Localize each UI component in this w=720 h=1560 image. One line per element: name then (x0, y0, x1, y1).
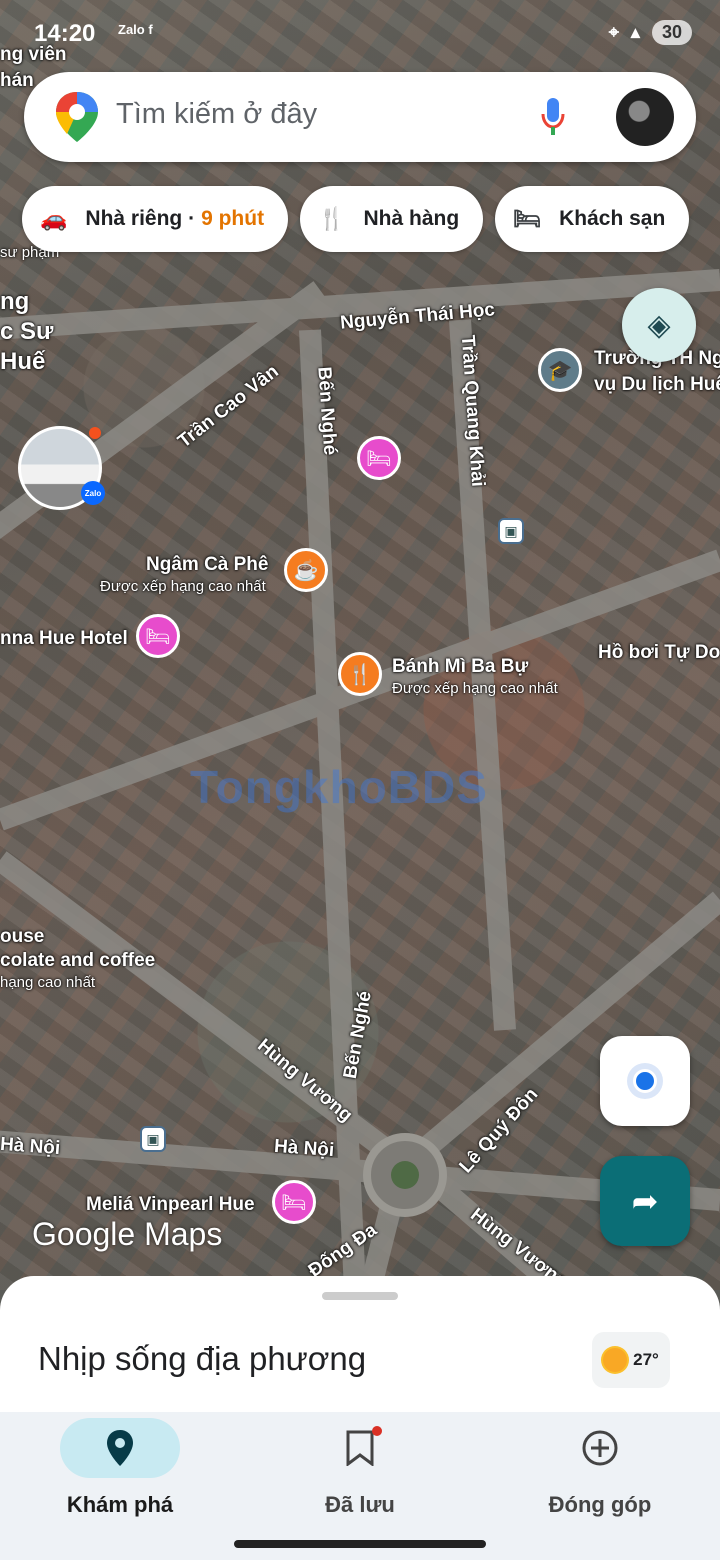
status-app-icons: Zalo f (118, 22, 153, 37)
notification-dot (372, 1426, 382, 1436)
location-pin-icon (60, 1418, 180, 1478)
tab-contribute[interactable]: Đóng góp (500, 1418, 700, 1518)
maps-pin-icon (56, 92, 98, 142)
tab-explore[interactable]: Khám phá (20, 1418, 220, 1518)
chip-label: Nhà riêng · (85, 207, 196, 230)
search-bar[interactable]: Tìm kiếm ở đây (24, 72, 696, 162)
tab-label: Đã lưu (325, 1492, 395, 1517)
bus-stop-icon[interactable]: ▣ (498, 518, 524, 544)
place-label: hán (0, 70, 34, 91)
profile-avatar[interactable] (616, 88, 674, 146)
battery-icon: 30 (651, 20, 692, 45)
signal-icon: ▴ (630, 22, 640, 42)
car-icon: 🚗 (40, 206, 68, 231)
add-circle-icon (540, 1418, 660, 1478)
my-location-button[interactable] (600, 1036, 690, 1126)
gesture-bar[interactable] (234, 1540, 486, 1548)
layers-button[interactable]: ◈ (622, 288, 696, 362)
location-icon: ⌖ (608, 22, 619, 42)
search-input[interactable]: Tìm kiếm ở đây (116, 98, 317, 131)
sun-icon (603, 1348, 628, 1372)
tab-label: Khám phá (66, 1492, 174, 1517)
place-label: Ngâm Cà Phê (146, 554, 269, 575)
restaurant-icon: 🍴 (318, 206, 346, 231)
hotel-icon: 🛏 (513, 206, 542, 231)
chip-home[interactable]: 🚗 Nhà riêng · 9 phút (22, 186, 289, 252)
status-bar: 14:20 Zalo f ⌖ ▴ 30 (0, 14, 720, 54)
chip-label: Nhà hàng (363, 207, 460, 230)
contact-avatar-marker[interactable]: Zalo (18, 426, 105, 510)
place-label-sub: Được xếp hạng cao nhất (392, 680, 558, 697)
cafe-poi-icon[interactable]: ☕ (284, 548, 328, 592)
place-label: Hồ bơi Tự Do (598, 642, 720, 663)
hotel-poi-icon[interactable]: 🛏 (357, 436, 401, 480)
place-label: Bánh Mì Ba Bự (392, 656, 529, 677)
chip-eta: 9 phút (201, 207, 265, 230)
bookmark-icon (300, 1418, 420, 1478)
restaurant-poi-icon[interactable]: 🍴 (338, 652, 382, 696)
category-chips: 🚗 Nhà riêng · 9 phút 🍴 Nhà hàng 🛏 Khách … (22, 186, 690, 252)
place-label: ng (0, 288, 30, 315)
notification-dot (89, 427, 101, 439)
bottom-navigation: Khám phá Đã lưu Đóng góp (0, 1412, 720, 1560)
weather-chip[interactable]: 27° (592, 1332, 670, 1388)
status-time: 14:20 (34, 20, 96, 47)
directions-button[interactable]: ➦ (600, 1156, 690, 1246)
school-poi-icon[interactable]: 🎓 (538, 348, 582, 392)
tab-saved[interactable]: Đã lưu (260, 1418, 460, 1518)
zalo-badge-icon: Zalo (81, 481, 105, 505)
bus-stop-icon[interactable]: ▣ (140, 1126, 166, 1152)
microphone-icon[interactable] (540, 96, 566, 138)
place-label: vụ Du lịch Huế (594, 374, 720, 395)
place-label: nna Hue Hotel (0, 628, 128, 649)
location-dot-icon (627, 1063, 663, 1099)
place-label-sub: Được xếp hạng cao nhất (100, 578, 266, 595)
place-label: c Sư (0, 318, 54, 345)
sheet-title: Nhịp sống địa phương (38, 1340, 367, 1377)
temperature: 27° (633, 1350, 659, 1369)
place-label: ouse (0, 926, 45, 947)
sheet-drag-handle[interactable] (322, 1292, 398, 1300)
place-label: colate and coffee (0, 950, 156, 971)
chip-restaurants[interactable]: 🍴 Nhà hàng (300, 186, 484, 252)
place-label: Meliá Vinpearl Hue (86, 1194, 255, 1215)
google-maps-logo: Google Maps (32, 1216, 223, 1252)
street-label: Hà Nội (0, 1133, 61, 1160)
hotel-poi-icon[interactable]: 🛏 (136, 614, 180, 658)
chip-label: Khách sạn (559, 207, 666, 230)
directions-icon: ➦ (631, 1183, 659, 1219)
bottom-sheet[interactable]: Nhịp sống địa phương 27° (0, 1276, 720, 1416)
watermark: TongkhoBDS (190, 761, 488, 813)
hotel-poi-icon[interactable]: 🛏 (272, 1180, 316, 1224)
tab-label: Đóng góp (548, 1492, 652, 1517)
chip-hotels[interactable]: 🛏 Khách sạn (495, 186, 690, 252)
place-label-sub: hạng cao nhất (0, 974, 96, 991)
layers-icon: ◈ (647, 308, 671, 342)
street-label: Hà Nội (273, 1135, 335, 1162)
place-label: Huế (0, 348, 46, 375)
